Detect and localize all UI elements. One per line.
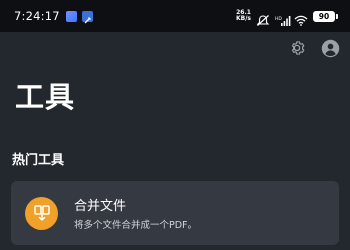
app-notification-icon — [65, 10, 77, 22]
hd-signal-icon: HD — [275, 11, 291, 26]
tool-text: 合并文件 将多个文件合并成一个PDF。 — [74, 195, 197, 231]
status-time: 7:24:17 — [14, 9, 60, 23]
tool-description: 将多个文件合并成一个PDF。 — [74, 220, 198, 231]
tool-notification-icon — [81, 10, 93, 23]
wifi-icon — [294, 11, 308, 26]
svg-text:HD: HD — [275, 16, 282, 22]
section-title: 热门工具 — [12, 153, 65, 168]
page-title: 工具 — [15, 80, 76, 114]
net-speed: 26.1 KB/s — [236, 10, 251, 22]
mute-icon — [256, 11, 270, 26]
status-bar: 7:24:17 26.1 KB/s HD 90 — [0, 0, 350, 32]
header-actions — [287, 38, 340, 58]
battery-tip — [336, 13, 338, 19]
tool-card-merge-files[interactable]: 合并文件 将多个文件合并成一个PDF。 — [11, 181, 339, 245]
battery-level: 90 — [318, 11, 330, 21]
tool-name: 合并文件 — [74, 199, 127, 214]
merge-files-icon — [25, 196, 58, 230]
status-icons: 26.1 KB/s HD 90 — [236, 10, 338, 26]
net-speed-unit: KB/s — [236, 15, 251, 22]
settings-icon[interactable] — [287, 38, 307, 58]
account-icon[interactable] — [320, 38, 340, 58]
battery-icon: 90 — [313, 10, 335, 22]
